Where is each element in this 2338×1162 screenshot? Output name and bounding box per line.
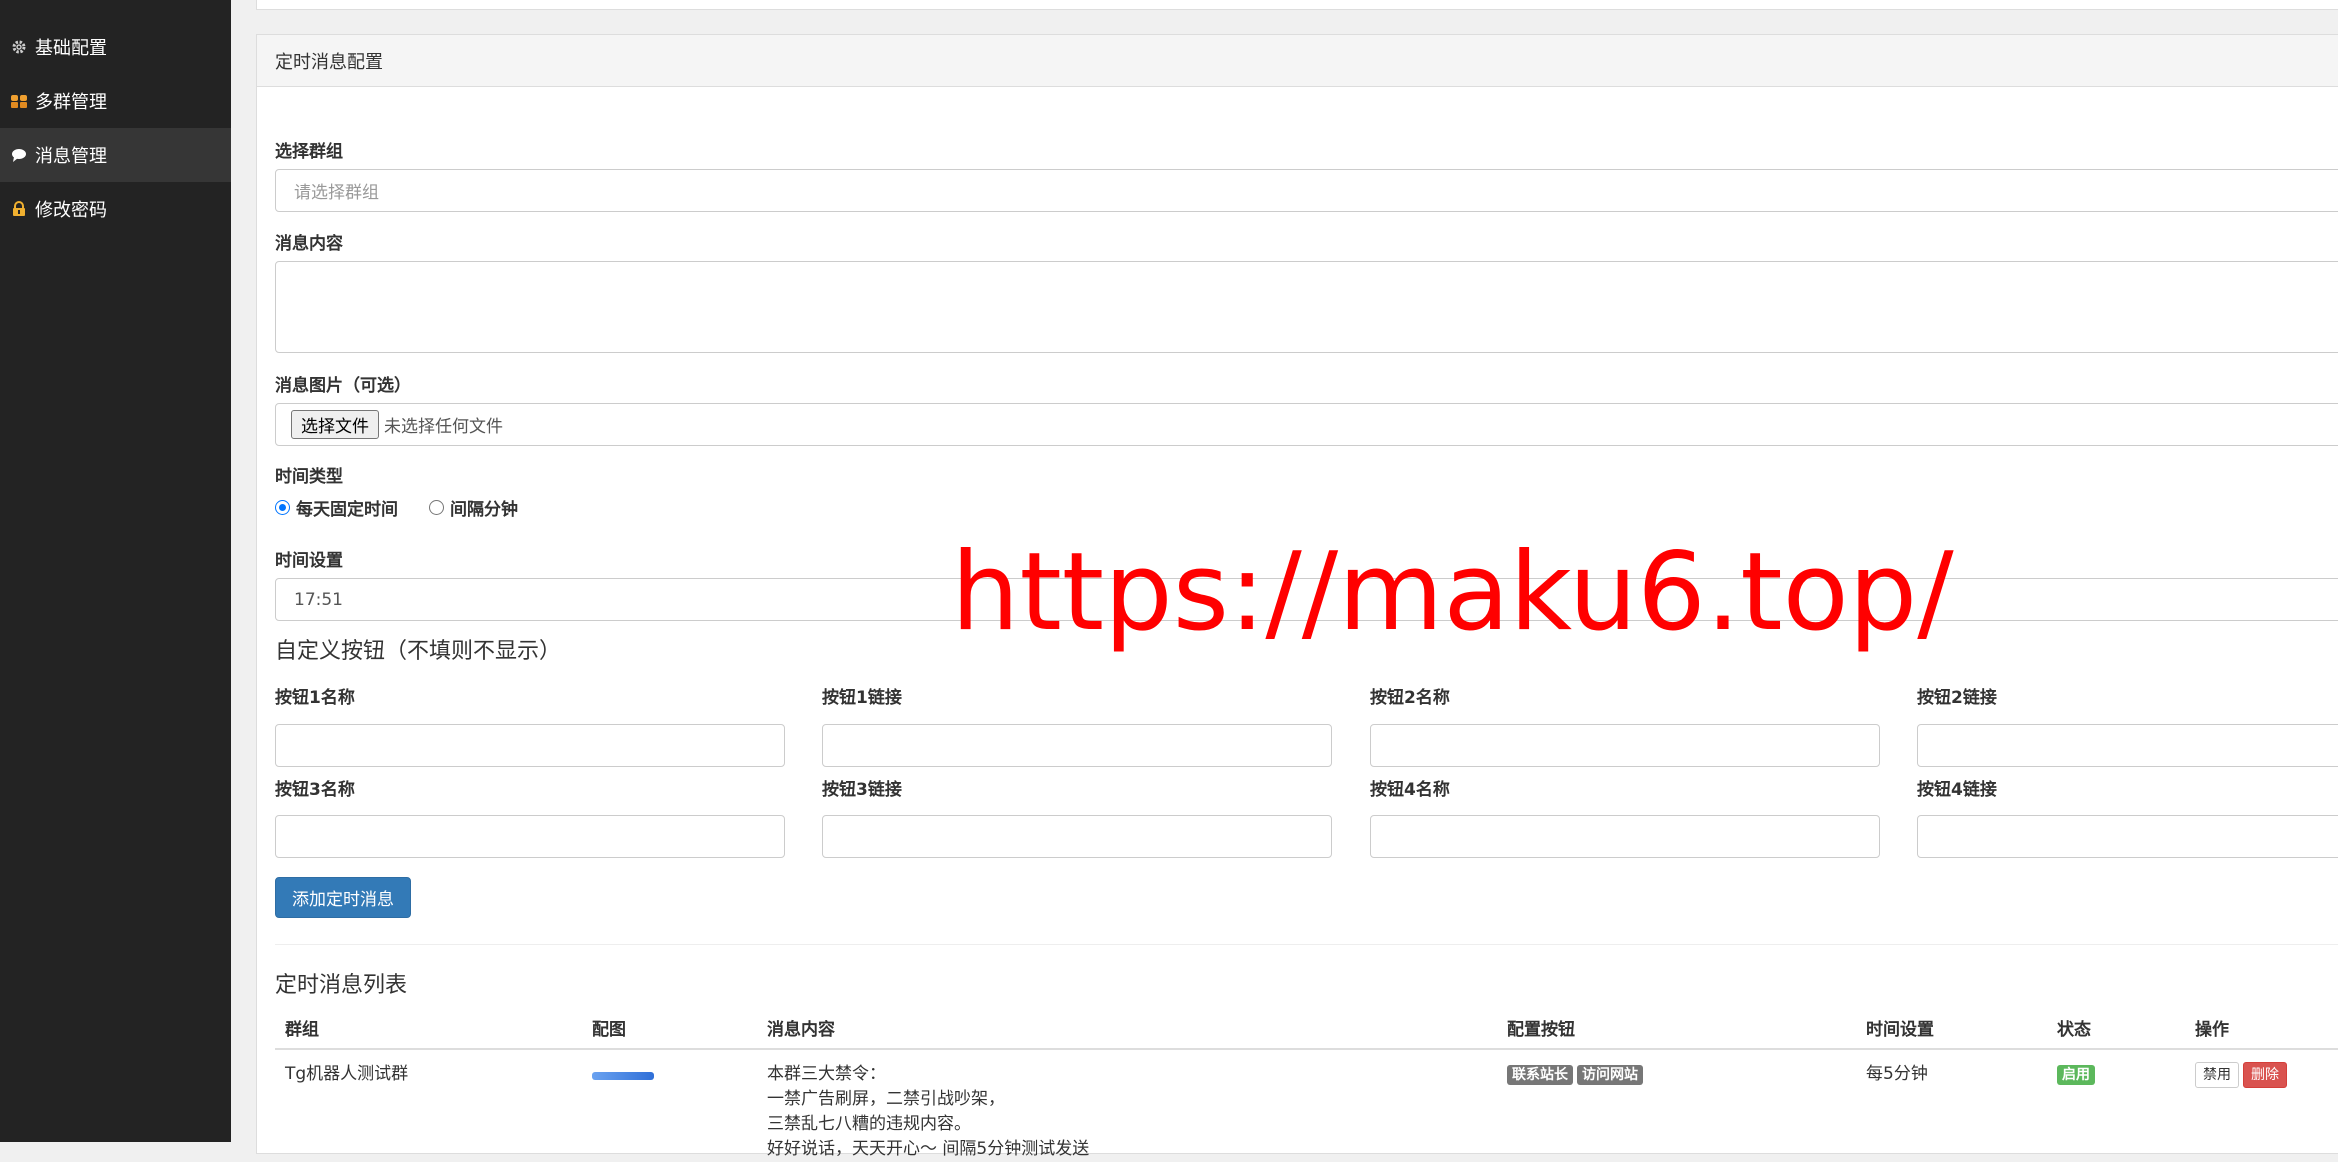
row-content: 本群三大禁令： 一禁广告刷屏，二禁引战吵架， 三禁乱七八糟的违规内容。 好好说话…: [767, 1062, 1089, 1162]
divider: [275, 944, 2338, 945]
time-value: 17:51: [294, 589, 343, 610]
scheduled-message-panel: 定时消息配置 选择群组 请选择群组 消息内容 消息图片（可选） 选择文件 未选择…: [256, 34, 2338, 1159]
button3-link-label: 按钮3链接: [822, 780, 902, 800]
radio-interval-minutes[interactable]: 间隔分钟: [429, 495, 518, 520]
radio-label: 每天固定时间: [296, 500, 398, 520]
group-select-placeholder: 请选择群组: [294, 183, 379, 203]
col-status: 状态: [2057, 1020, 2091, 1040]
content-textarea[interactable]: [275, 261, 2338, 353]
button4-name-label: 按钮4名称: [1370, 780, 1450, 800]
col-buttons: 配置按钮: [1507, 1020, 1575, 1040]
config-button-badge: 访问网站: [1577, 1065, 1643, 1085]
row-status: 启用: [2057, 1062, 2099, 1087]
content-line: 好好说话，天天开心～ 间隔5分钟测试发送: [767, 1139, 1090, 1159]
group-label: 选择群组: [275, 142, 343, 162]
row-actions: 禁用 删除: [2195, 1062, 2291, 1088]
content-label: 消息内容: [275, 234, 343, 254]
sidebar-item-label: 修改密码: [35, 200, 107, 221]
col-time: 时间设置: [1866, 1020, 1934, 1040]
users-icon: [10, 92, 28, 110]
row-group: Tg机器人测试群: [285, 1064, 409, 1084]
lock-icon: [10, 200, 28, 218]
content-line: 一禁广告刷屏，二禁引战吵架，: [767, 1089, 1005, 1109]
sidebar-item-messages[interactable]: 消息管理: [0, 128, 231, 182]
choose-file-button[interactable]: 选择文件: [291, 410, 379, 439]
main-content: 定时消息配置 选择群组 请选择群组 消息内容 消息图片（可选） 选择文件 未选择…: [231, 0, 2338, 1159]
col-actions: 操作: [2195, 1020, 2229, 1040]
radio-label: 间隔分钟: [450, 500, 518, 520]
time-type-label: 时间类型: [275, 467, 343, 487]
content-line: 三禁乱七八糟的违规内容。: [767, 1114, 971, 1134]
previous-panel: [256, 0, 2338, 10]
col-image: 配图: [592, 1020, 626, 1040]
button3-name-input[interactable]: [275, 815, 785, 858]
col-group: 群组: [285, 1020, 319, 1040]
image-file-input[interactable]: 选择文件 未选择任何文件: [275, 403, 2338, 446]
file-status: 未选择任何文件: [384, 417, 503, 437]
button2-link-label: 按钮2链接: [1917, 688, 1997, 708]
sidebar-item-password[interactable]: 修改密码: [0, 182, 231, 236]
button2-name-label: 按钮2名称: [1370, 688, 1450, 708]
button4-name-input[interactable]: [1370, 815, 1880, 858]
button3-link-input[interactable]: [822, 815, 1332, 858]
panel-heading: 定时消息配置: [257, 35, 2338, 87]
button2-link-input[interactable]: [1917, 724, 2338, 767]
config-button-badge: 联系站长: [1507, 1065, 1573, 1085]
button1-name-input[interactable]: [275, 724, 785, 767]
image-label: 消息图片（可选）: [275, 376, 411, 396]
button4-link-input[interactable]: [1917, 815, 2338, 858]
gear-icon: [10, 38, 28, 56]
sidebar-item-label: 消息管理: [35, 146, 107, 167]
sidebar-item-groups[interactable]: 多群管理: [0, 74, 231, 128]
sidebar-item-label: 基础配置: [35, 38, 107, 59]
disable-button[interactable]: 禁用: [2195, 1062, 2239, 1088]
button1-link-label: 按钮1链接: [822, 688, 902, 708]
delete-button[interactable]: 删除: [2243, 1062, 2287, 1088]
table-header: 群组 配图 消息内容 配置按钮 时间设置 状态 操作: [275, 1010, 2338, 1050]
list-title: 定时消息列表: [275, 973, 408, 998]
radio-unchecked[interactable]: [429, 500, 444, 515]
radio-daily-fixed[interactable]: 每天固定时间: [275, 495, 398, 520]
row-image-thumbnail: [592, 1072, 654, 1080]
time-input[interactable]: 17:51: [275, 578, 2338, 621]
row-time: 每5分钟: [1866, 1064, 1928, 1084]
button1-name-label: 按钮1名称: [275, 688, 355, 708]
button2-name-input[interactable]: [1370, 724, 1880, 767]
time-setting-label: 时间设置: [275, 551, 343, 571]
add-scheduled-message-button[interactable]: 添加定时消息: [275, 877, 411, 918]
custom-buttons-title: 自定义按钮（不填则不显示）: [275, 639, 562, 664]
comment-icon: [10, 146, 28, 164]
row-buttons: 联系站长 访问网站: [1507, 1062, 1647, 1087]
sidebar-item-label: 多群管理: [35, 92, 107, 113]
group-select[interactable]: 请选择群组: [275, 169, 2338, 212]
button1-link-input[interactable]: [822, 724, 1332, 767]
status-badge: 启用: [2057, 1065, 2095, 1085]
button3-name-label: 按钮3名称: [275, 780, 355, 800]
col-content: 消息内容: [767, 1020, 835, 1040]
radio-checked[interactable]: [275, 500, 290, 515]
content-line: 本群三大禁令：: [767, 1064, 886, 1084]
sidebar-item-basic-config[interactable]: 基础配置: [0, 20, 231, 74]
sidebar: 基础配置 多群管理 消息管理 修改密码: [0, 0, 231, 1142]
button4-link-label: 按钮4链接: [1917, 780, 1997, 800]
